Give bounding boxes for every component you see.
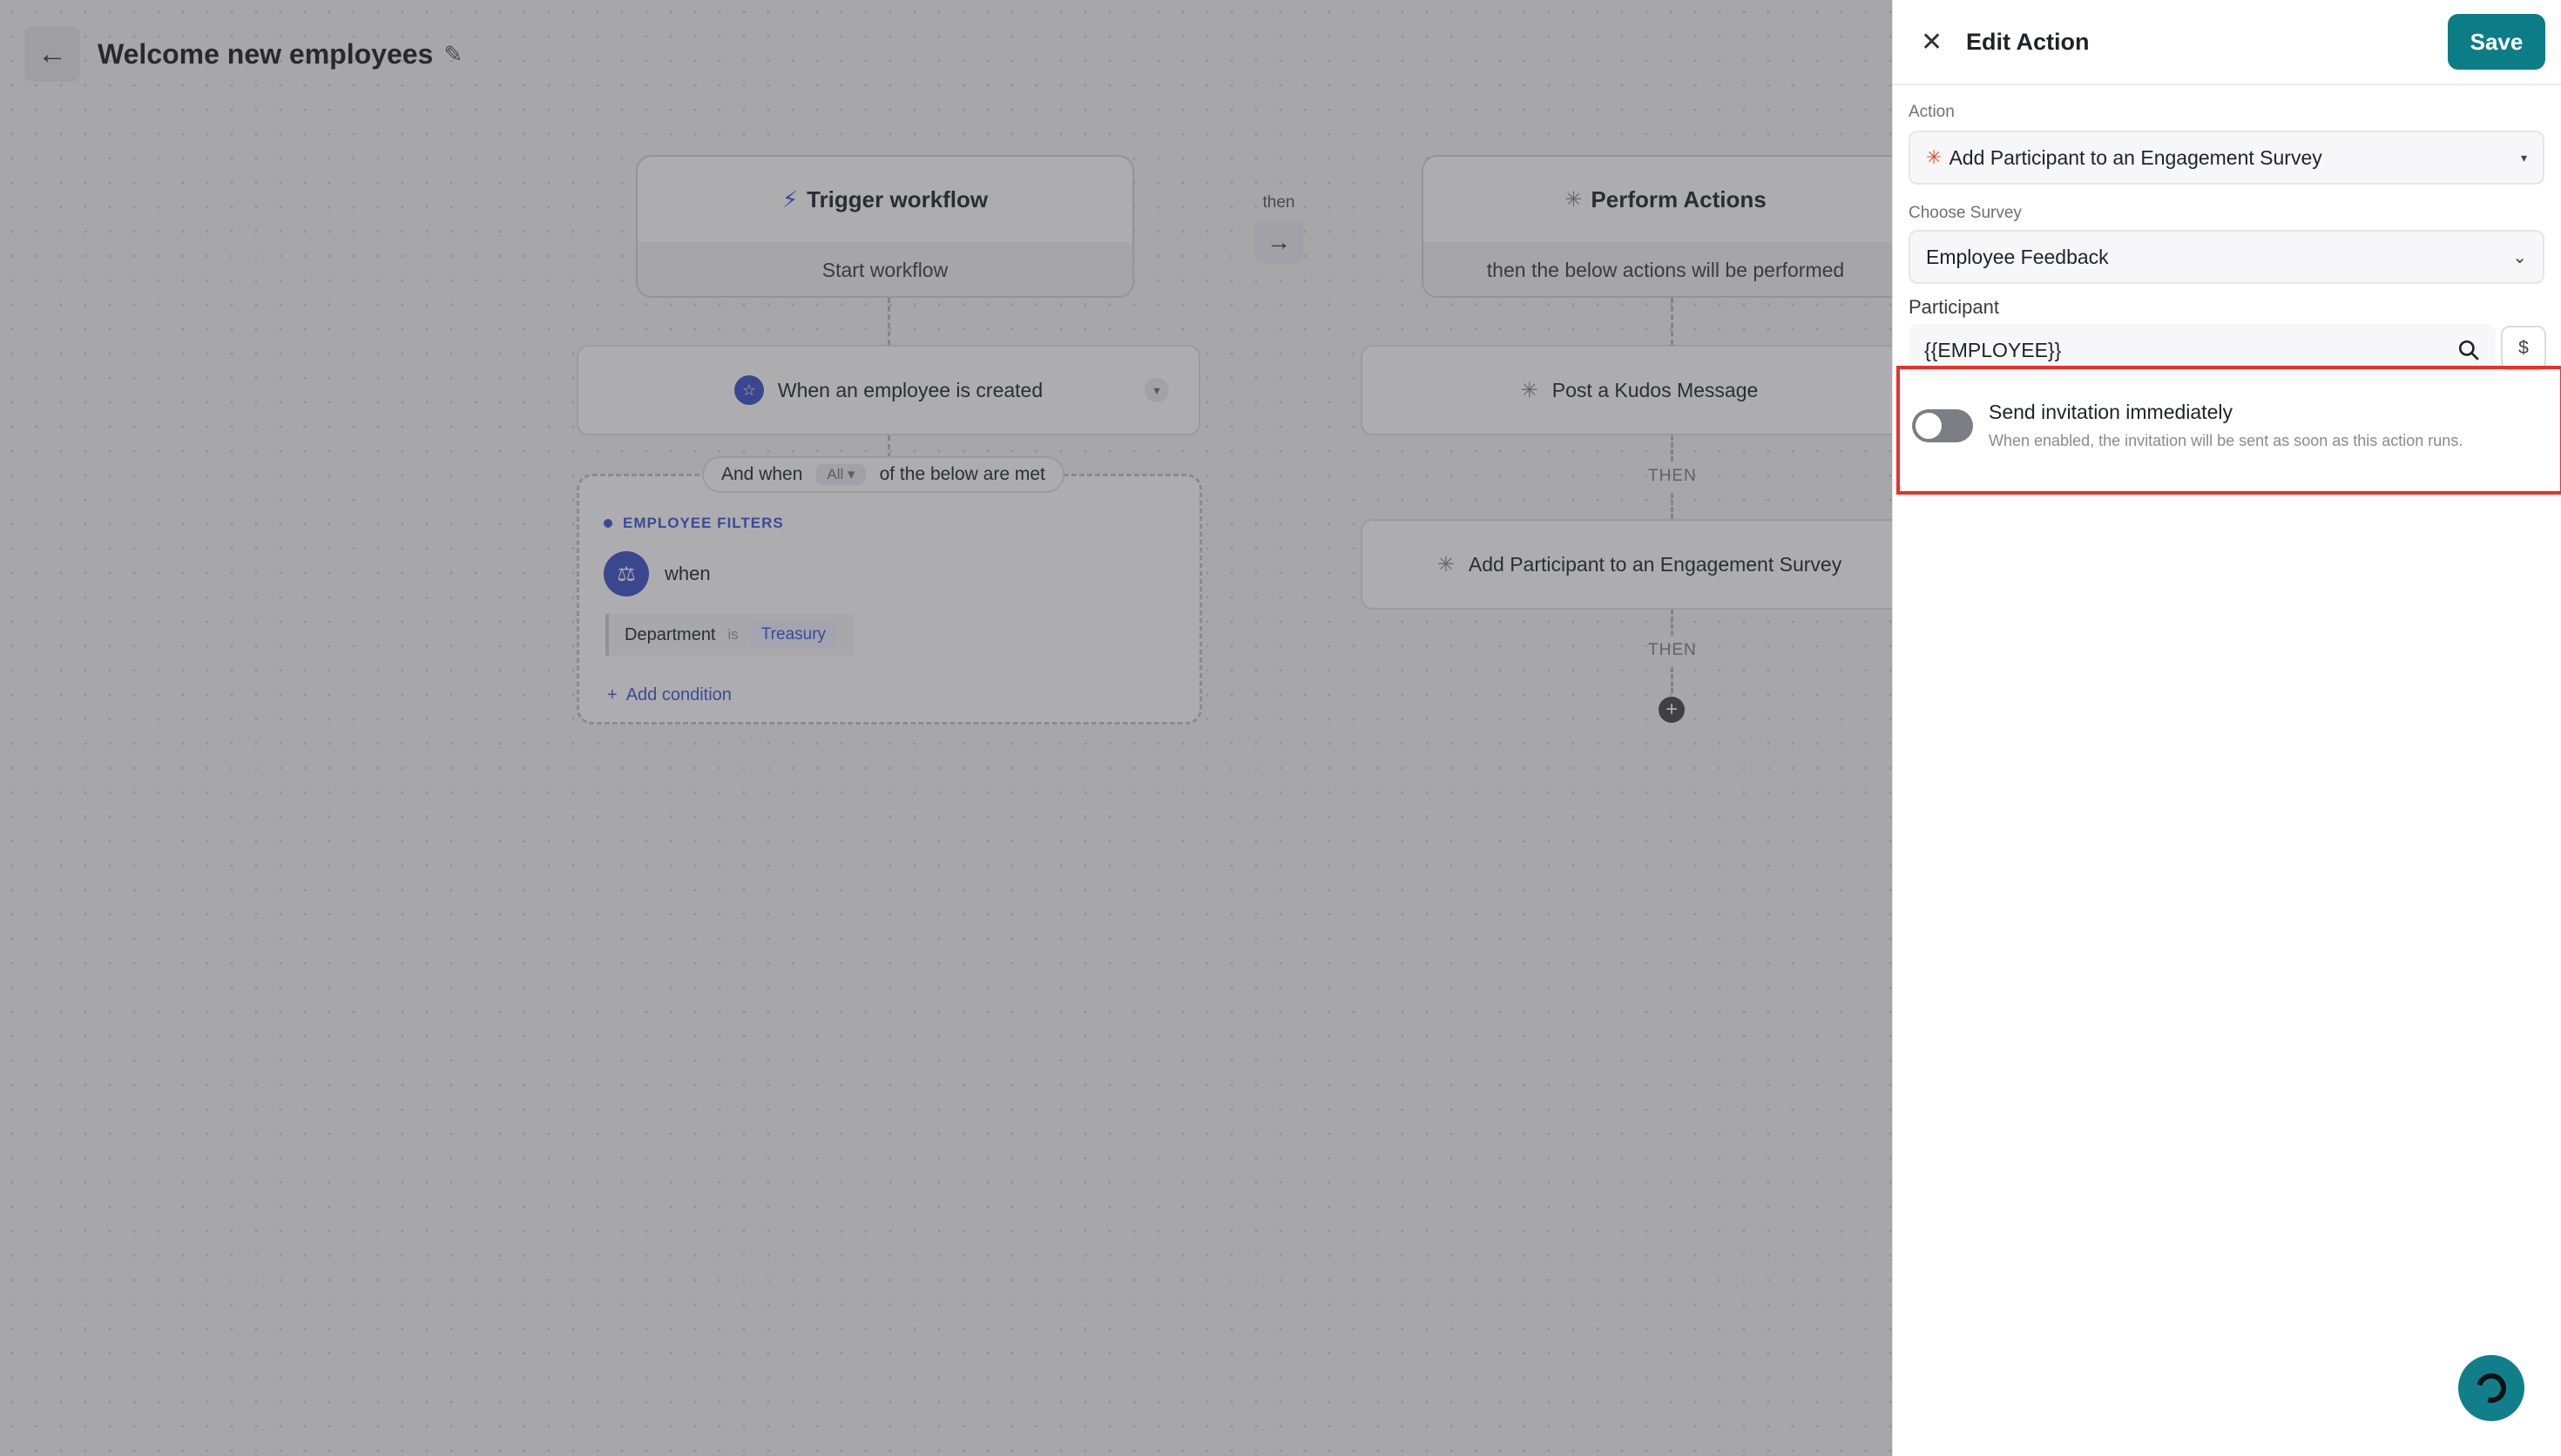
plus-icon: +: [1665, 698, 1678, 721]
actions-card: ✳ Perform Actions then the below actions…: [1422, 155, 1909, 298]
add-condition-button[interactable]: + Add condition: [607, 685, 732, 705]
send-invitation-toggle[interactable]: [1912, 409, 1973, 442]
sparkle-icon: ✳: [1926, 146, 1943, 168]
trigger-card: ⚡ Trigger workflow Start workflow: [636, 155, 1134, 298]
connector-line: [1671, 298, 1673, 345]
connector-line: [888, 298, 890, 345]
connector-line: [888, 435, 890, 458]
toggle-description: When enabled, the invitation will be sen…: [1989, 432, 2463, 449]
condition-value[interactable]: Treasury: [750, 622, 837, 648]
dot-icon: [604, 519, 612, 528]
lightning-icon: ⚡: [781, 185, 799, 212]
then-connector: then →: [1254, 193, 1303, 263]
arrow-right-icon: →: [1254, 221, 1303, 263]
toggle-title: Send invitation immediately: [1989, 401, 2233, 423]
chat-icon: [2470, 1367, 2512, 1409]
employee-filters: EMPLOYEE FILTERS ⚖ when Department is Tr…: [577, 474, 1202, 725]
sparkle-icon: ✳: [1564, 187, 1583, 212]
send-invitation-setting: Send invitation immediately When enabled…: [1896, 366, 2561, 495]
add-step-button[interactable]: +: [1659, 697, 1685, 723]
trigger-card-header: ⚡ Trigger workflow: [781, 185, 989, 212]
when-row: ⚖ when: [604, 551, 711, 597]
then-separator: THEN: [1648, 467, 1697, 485]
back-button[interactable]: ←: [24, 26, 80, 82]
workflow-header: ← Welcome new employees ✎: [24, 26, 463, 82]
toggle-knob: [1916, 413, 1942, 439]
trigger-step[interactable]: ☆ When an employee is created ▾: [577, 345, 1200, 435]
trigger-card-subtitle: Start workflow: [638, 242, 1132, 296]
panel-title: Edit Action: [1966, 28, 2090, 55]
condition-row[interactable]: Department is Treasury: [605, 614, 855, 656]
workflow-title: Welcome new employees ✎: [98, 37, 463, 70]
match-mode-select[interactable]: All ▾: [816, 464, 866, 485]
participant-label: Participant: [1909, 296, 1999, 318]
plus-icon: +: [607, 685, 618, 704]
actions-card-header: ✳ Perform Actions: [1564, 185, 1767, 212]
survey-select[interactable]: Employee Feedback ⌄: [1909, 230, 2544, 284]
connector-line: [1671, 493, 1673, 519]
then-separator: THEN: [1648, 641, 1697, 659]
star-icon: ☆: [733, 375, 764, 405]
action-label: Action: [1909, 103, 1955, 121]
close-icon[interactable]: ✕: [1921, 27, 1956, 57]
search-icon[interactable]: [2457, 339, 2480, 361]
variable-button[interactable]: $: [2501, 326, 2546, 371]
survey-label: Choose Survey: [1909, 204, 2022, 222]
filters-title: EMPLOYEE FILTERS: [604, 515, 784, 532]
edit-action-panel: ✕ Edit Action Save Action ✳ Add Particip…: [1892, 0, 2561, 1456]
sparkle-icon: ✳: [1520, 378, 1538, 402]
save-button[interactable]: Save: [2448, 14, 2545, 70]
chat-support-button[interactable]: [2458, 1355, 2524, 1421]
chevron-down-icon[interactable]: ▾: [1145, 378, 1169, 402]
actions-card-subtitle: then the below actions will be performed: [1423, 242, 1908, 296]
panel-header: ✕ Edit Action Save: [1893, 0, 2561, 85]
chevron-down-icon: ⌄: [2512, 247, 2527, 267]
caret-down-icon: ▾: [2520, 150, 2527, 165]
sparkle-icon: ✳: [1436, 552, 1455, 576]
connector-line: [1671, 435, 1673, 462]
action-step-kudos[interactable]: ✳ Post a Kudos Message: [1361, 345, 1918, 435]
connector-line: [1671, 610, 1673, 636]
match-mode-bar: And when All ▾ of the below are met: [702, 456, 1064, 493]
connector-line: [1671, 667, 1673, 693]
action-select[interactable]: ✳ Add Participant to an Engagement Surve…: [1909, 131, 2544, 185]
filter-logic-icon: ⚖: [604, 551, 649, 597]
pencil-icon[interactable]: ✎: [443, 41, 463, 68]
arrow-left-icon: ←: [37, 37, 67, 71]
action-step-survey[interactable]: ✳ Add Participant to an Engagement Surve…: [1361, 519, 1918, 610]
